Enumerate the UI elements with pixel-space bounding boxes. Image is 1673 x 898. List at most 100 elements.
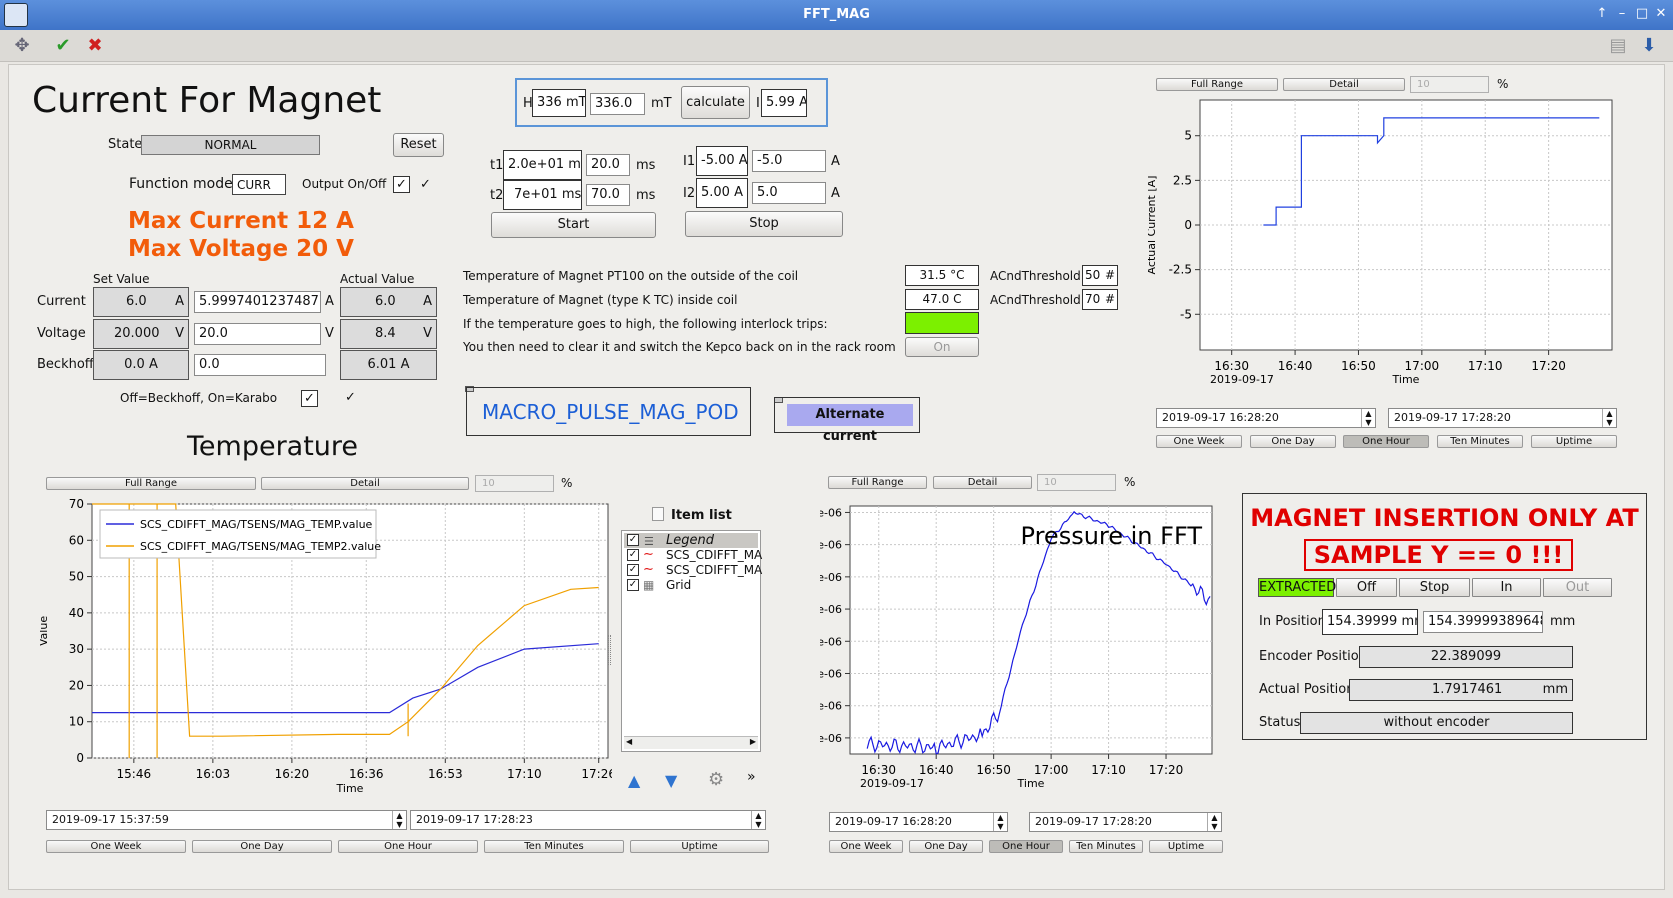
t2-input[interactable]: 70.0 [586, 184, 630, 206]
spin-icon[interactable]: ▲ ▼ [751, 811, 765, 829]
in-position-input[interactable]: 154.39999389648 [1423, 611, 1543, 633]
beckhoff-input[interactable]: 0.0 [194, 354, 326, 376]
current-input[interactable]: 5.99974012374877 [194, 291, 321, 313]
maximize-icon[interactable]: □ [1634, 6, 1650, 21]
pressure-one-day-button[interactable]: One Day [909, 840, 983, 853]
settings-gear-icon[interactable]: ⚙ [708, 769, 724, 790]
temp-one-day-button[interactable]: One Day [192, 840, 332, 853]
spin-icon[interactable]: ▲ ▼ [392, 811, 406, 829]
window-title: FFT_MAG [803, 7, 870, 22]
pressure-from-date[interactable]: 2019-09-17 16:28:20 ▲ ▼ [829, 812, 1008, 832]
pressure-one-week-button[interactable]: One Week [829, 840, 903, 853]
toolbar: ✥ ✔ ✖ ▤ ⬇ [0, 30, 1673, 62]
kepco-on-button[interactable]: On [905, 337, 979, 357]
current-detail-button[interactable]: Detail [1283, 78, 1405, 91]
voltage-set-value: 20.000 V [93, 319, 189, 349]
current-one-week-button[interactable]: One Week [1156, 435, 1242, 448]
item-1-check[interactable]: ✓ [627, 549, 639, 561]
spin-icon[interactable]: ▲ ▼ [1602, 409, 1616, 427]
item-3-check[interactable]: ✓ [627, 579, 639, 591]
spin-icon[interactable]: ▲ ▼ [1207, 813, 1221, 831]
pressure-pct-input[interactable]: 10 [1037, 474, 1116, 491]
reset-button[interactable]: Reset [393, 133, 444, 157]
i2-input-unit: A [831, 186, 840, 201]
t2-value: 7e+01 ms [503, 180, 582, 210]
alt-current-frame[interactable]: Alternate current [774, 397, 920, 444]
keep-above-icon[interactable]: ↑ [1594, 6, 1610, 21]
temp-one-hour-button[interactable]: One Hour [338, 840, 478, 853]
i-value: 5.99 A [761, 89, 807, 117]
current-full-range-button[interactable]: Full Range [1156, 78, 1278, 91]
current-pct-input[interactable]: 10 [1410, 76, 1489, 93]
i1-input[interactable]: -5.0 [752, 150, 826, 172]
voltage-row-label: Voltage [37, 326, 86, 341]
minimize-icon[interactable]: – [1614, 6, 1630, 21]
temp-to-date[interactable]: 2019-09-17 17:28:23 ▲ ▼ [410, 810, 766, 830]
threshold2-value: 70 # [1082, 289, 1118, 310]
pressure-detail-button[interactable]: Detail [933, 476, 1032, 489]
in-button[interactable]: In [1472, 578, 1541, 597]
current-uptime-button[interactable]: Uptime [1531, 435, 1617, 448]
print-icon[interactable]: ▤ [1606, 34, 1630, 58]
current-one-day-button[interactable]: One Day [1250, 435, 1336, 448]
i2-input[interactable]: 5.0 [752, 182, 826, 204]
temp-full-range-button[interactable]: Full Range [46, 477, 256, 490]
scroll-left-icon[interactable]: ◀ [626, 737, 632, 746]
calculate-button[interactable]: calculate [681, 86, 750, 119]
apply-check-icon[interactable]: ✔ [51, 34, 75, 58]
beckhoff-actual-value: 6.01 A [340, 350, 437, 380]
current-from-date[interactable]: 2019-09-17 16:28:20 ▲ ▼ [1156, 408, 1376, 428]
macro-pod-frame[interactable]: MACRO_PULSE_MAG_POD [466, 387, 751, 436]
spin-icon[interactable]: ▲ ▼ [993, 813, 1007, 831]
x-tick-label: 16:30 [1214, 359, 1249, 373]
output-checkbox[interactable]: ✓ [393, 176, 410, 193]
temp-one-week-button[interactable]: One Week [46, 840, 186, 853]
pressure-to-date[interactable]: 2019-09-17 17:28:20 ▲ ▼ [1029, 812, 1222, 832]
h-input[interactable]: 336.0 [590, 93, 645, 115]
current-to-date[interactable]: 2019-09-17 17:28:20 ▲ ▼ [1388, 408, 1617, 428]
y-tick-label: -5 [1180, 307, 1192, 321]
download-icon[interactable]: ⬇ [1637, 34, 1661, 58]
scroll-right-icon[interactable]: ▶ [750, 737, 756, 746]
item-list-scrollbar[interactable]: ◀ ▶ [624, 736, 758, 749]
stop-button[interactable]: Stop [685, 211, 843, 237]
close-window-icon[interactable]: ✕ [1653, 6, 1669, 21]
temp-ten-minutes-button[interactable]: Ten Minutes [484, 840, 624, 853]
pressure-uptime-button[interactable]: Uptime [1149, 840, 1223, 853]
move-icon[interactable]: ✥ [10, 34, 34, 58]
temperature-chart: 15:46 16:03 16:20 16:36 16:53 17:10 17:26 0 10 20… [40, 497, 612, 795]
y-tick-label: 50 [69, 570, 84, 584]
pressure-one-hour-button[interactable]: One Hour [989, 840, 1063, 853]
temp-pct-input[interactable]: 10 [475, 475, 554, 492]
temperature-title: Temperature [187, 431, 359, 462]
move-down-icon[interactable]: ▼ [665, 771, 677, 790]
move-up-icon[interactable]: ▲ [628, 771, 640, 790]
x-tick-label: 17:00 [1034, 763, 1069, 777]
y-tick-label: 0 [76, 751, 84, 765]
current-one-hour-button[interactable]: One Hour [1343, 435, 1429, 448]
temp-detail-button[interactable]: Detail [261, 477, 469, 490]
alt-current-button[interactable]: Alternate current [787, 404, 913, 444]
t1-input[interactable]: 20.0 [586, 154, 630, 176]
item-legend-check[interactable]: ✓ [627, 534, 639, 546]
item-2-check[interactable]: ✓ [627, 564, 639, 576]
out-button[interactable]: Out [1543, 578, 1612, 597]
temp-uptime-button[interactable]: Uptime [630, 840, 769, 853]
voltage-input[interactable]: 20.0 [194, 323, 321, 345]
spin-icon[interactable]: ▲ ▼ [1361, 409, 1375, 427]
pressure-full-range-button[interactable]: Full Range [828, 476, 927, 489]
beckhoff-set-value: 0.0 A [93, 350, 189, 380]
start-button[interactable]: Start [491, 212, 656, 238]
cancel-x-icon[interactable]: ✖ [83, 34, 107, 58]
interlock-info-label: If the temperature goes to high, the fol… [463, 317, 828, 331]
off-button[interactable]: Off [1336, 578, 1397, 597]
source-checkbox[interactable]: ✓ [301, 390, 318, 407]
pressure-ten-minutes-button[interactable]: Ten Minutes [1069, 840, 1143, 853]
extracted-button[interactable]: EXTRACTED [1258, 578, 1336, 597]
temp-from-date[interactable]: 2019-09-17 15:37:59 ▲ ▼ [46, 810, 407, 830]
more-button[interactable]: » [747, 769, 756, 785]
stop-motor-button[interactable]: Stop [1399, 578, 1470, 597]
splitter-handle[interactable] [608, 635, 611, 665]
i2-value: 5.00 A [696, 178, 748, 208]
current-ten-minutes-button[interactable]: Ten Minutes [1437, 435, 1523, 448]
